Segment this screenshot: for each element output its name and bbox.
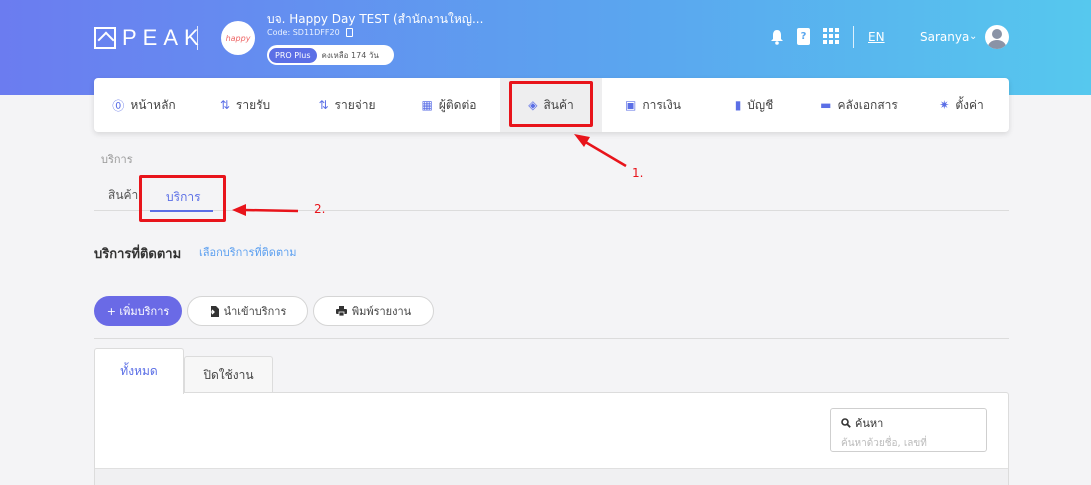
- dashboard-icon: ⓪: [112, 98, 125, 113]
- highlight-box-services: [139, 175, 226, 222]
- language-switch[interactable]: EN: [868, 30, 885, 44]
- nav-item-income[interactable]: ⇅ รายรับ: [194, 78, 296, 132]
- nav-label: ผู้ติดต่อ: [438, 97, 477, 112]
- nav-item-settings[interactable]: ✷ ตั้งค่า: [914, 78, 1009, 132]
- money-icon: ▣: [625, 98, 637, 112]
- nav-label: บัญชี: [747, 97, 774, 112]
- copy-icon[interactable]: [345, 28, 353, 37]
- user-name[interactable]: Saranya: [920, 30, 969, 44]
- select-followed-services-link[interactable]: เลือกบริการที่ติดตาม: [199, 243, 297, 261]
- peak-logo-text: PEAK: [122, 25, 205, 50]
- header-divider: [197, 26, 198, 50]
- nav-label: รายรับ: [235, 97, 271, 112]
- peak-logo-mark-icon: [94, 27, 116, 49]
- services-panel: ค้นหา ค้นหาด้วยชื่อ, เลขที่: [94, 392, 1009, 485]
- print-report-label: พิมพ์รายงาน: [351, 305, 412, 318]
- annotation-label-2: 2.: [314, 202, 326, 216]
- plan-pill[interactable]: PRO Plus คงเหลือ 174 วัน: [267, 45, 394, 65]
- company-name[interactable]: บจ. Happy Day TEST (สำนักงานใหญ่...: [267, 10, 483, 29]
- nav-item-home[interactable]: ⓪ หน้าหลัก: [94, 78, 194, 132]
- nav-label: หน้าหลัก: [130, 97, 176, 112]
- search-label-row: ค้นหา: [841, 414, 976, 432]
- help-book-icon[interactable]: ?: [797, 28, 810, 45]
- apps-grid-icon[interactable]: [823, 28, 839, 44]
- company-logo[interactable]: happy: [221, 21, 255, 55]
- arrowhead-1: [574, 134, 590, 147]
- gear-icon: ✷: [939, 98, 950, 112]
- expense-icon: ⇅: [318, 98, 329, 112]
- nav-item-expense[interactable]: ⇅ รายจ่าย: [296, 78, 398, 132]
- breadcrumb[interactable]: บริการ: [101, 150, 133, 168]
- section-title: บริการที่ติดตาม: [94, 247, 182, 262]
- contacts-icon: ▦: [421, 98, 433, 112]
- chevron-down-icon[interactable]: ⌄: [969, 31, 977, 42]
- tab-disabled[interactable]: ปิดใช้งาน: [184, 356, 273, 393]
- avatar[interactable]: [985, 25, 1009, 49]
- nav-item-finance[interactable]: ▣ การเงิน: [602, 78, 704, 132]
- nav-item-accounting[interactable]: ▮ บัญชี: [704, 78, 804, 132]
- printer-icon: [335, 306, 347, 316]
- print-report-button[interactable]: พิมพ์รายงาน: [313, 296, 434, 326]
- company-code-text: Code: SD11DFF20: [267, 28, 340, 37]
- section-divider: [94, 338, 1009, 339]
- import-file-icon: [208, 305, 219, 317]
- nav-label: การเงิน: [642, 97, 681, 112]
- header-divider-right: [853, 26, 854, 48]
- ledger-icon: ▮: [734, 98, 742, 112]
- product-service-tabs: สินค้า บริการ: [94, 172, 1009, 212]
- company-code: Code: SD11DFF20: [267, 28, 353, 37]
- search-input[interactable]: ค้นหา ค้นหาด้วยชื่อ, เลขที่: [830, 408, 987, 452]
- income-icon: ⇅: [219, 98, 230, 112]
- import-service-button[interactable]: นำเข้าบริการ: [187, 296, 308, 326]
- annotation-label-1: 1.: [632, 166, 644, 180]
- nav-label: ตั้งค่า: [955, 97, 984, 112]
- tab-all[interactable]: ทั้งหมด: [94, 348, 184, 394]
- search-icon: [841, 418, 851, 428]
- tab-products[interactable]: สินค้า: [108, 186, 138, 205]
- plan-badge: PRO Plus: [269, 47, 317, 63]
- import-service-label: นำเข้าบริการ: [223, 305, 287, 318]
- arrow-line-1: [581, 138, 627, 168]
- add-service-button[interactable]: + เพิ่มบริการ: [94, 296, 182, 326]
- nav-item-contacts[interactable]: ▦ ผู้ติดต่อ: [398, 78, 500, 132]
- plan-remaining: คงเหลือ 174 วัน: [321, 50, 379, 60]
- folder-icon: ▬: [820, 98, 832, 112]
- highlight-box-products: [509, 81, 593, 127]
- search-label: ค้นหา: [855, 417, 884, 430]
- peak-logo[interactable]: PEAK: [94, 25, 205, 50]
- nav-label: รายจ่าย: [334, 97, 376, 112]
- add-service-label: + เพิ่มบริการ: [106, 305, 170, 318]
- table-header: [95, 468, 1008, 485]
- bell-icon[interactable]: [770, 29, 784, 45]
- search-placeholder: ค้นหาด้วยชื่อ, เลขที่: [841, 438, 927, 449]
- nav-item-documents[interactable]: ▬ คลังเอกสาร: [804, 78, 914, 132]
- nav-label: คลังเอกสาร: [837, 97, 898, 112]
